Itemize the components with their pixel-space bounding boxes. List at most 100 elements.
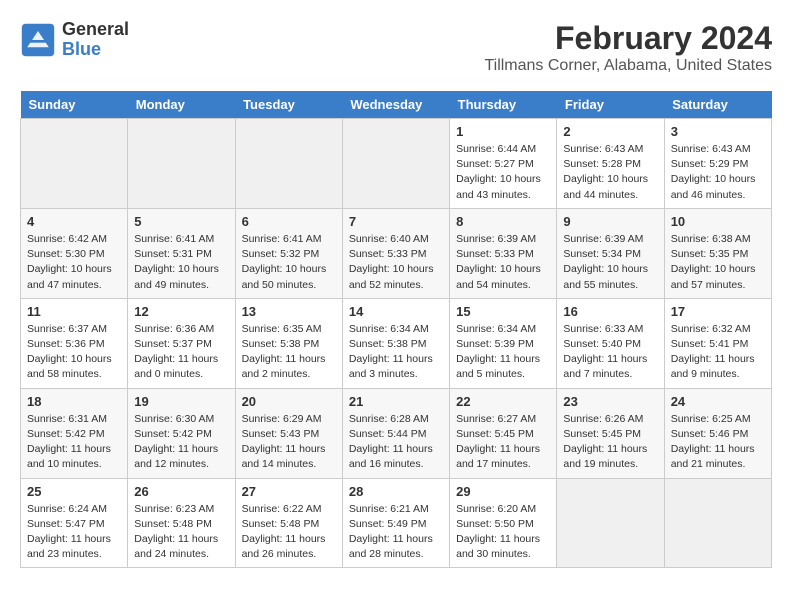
day-info: Sunrise: 6:40 AM Sunset: 5:33 PM Dayligh…: [349, 232, 443, 293]
calendar-cell: [342, 119, 449, 209]
day-number: 5: [134, 214, 228, 229]
day-number: 26: [134, 484, 228, 499]
page-header: General Blue February 2024 Tillmans Corn…: [20, 20, 772, 75]
day-number: 10: [671, 214, 765, 229]
header-cell-sunday: Sunday: [21, 91, 128, 119]
day-number: 14: [349, 304, 443, 319]
calendar-cell: 19Sunrise: 6:30 AM Sunset: 5:42 PM Dayli…: [128, 388, 235, 478]
calendar-cell: 18 Sunrise: 6:31 AM Sunset: 5:42 PM Dayli…: [21, 388, 128, 478]
week-row-3: 11 Sunrise: 6:37 AM Sunset: 5:36 PM Dayli…: [21, 298, 772, 388]
day-number: 24: [671, 394, 765, 409]
calendar-cell: 14Sunrise: 6:34 AM Sunset: 5:38 PM Dayli…: [342, 298, 449, 388]
day-info: Sunrise: 6:41 AM Sunset: 5:32 PM Dayligh…: [242, 232, 336, 293]
day-info: Sunrise: 6:33 AM Sunset: 5:40 PM Dayligh…: [563, 322, 657, 383]
day-number: 23: [563, 394, 657, 409]
calendar-cell: 2 Sunrise: 6:43 AM Sunset: 5:28 PM Daylig…: [557, 119, 664, 209]
day-number: 13: [242, 304, 336, 319]
day-number: 2: [563, 124, 657, 139]
calendar-cell: 9 Sunrise: 6:39 AM Sunset: 5:34 PM Daylig…: [557, 208, 664, 298]
calendar-cell: 12Sunrise: 6:36 AM Sunset: 5:37 PM Dayli…: [128, 298, 235, 388]
day-number: 6: [242, 214, 336, 229]
day-number: 20: [242, 394, 336, 409]
calendar-cell: 21Sunrise: 6:28 AM Sunset: 5:44 PM Dayli…: [342, 388, 449, 478]
calendar-cell: 22 Sunrise: 6:27 AM Sunset: 5:45 PM Dayli…: [450, 388, 557, 478]
day-info: Sunrise: 6:22 AM Sunset: 5:48 PM Dayligh…: [242, 502, 336, 563]
day-info: Sunrise: 6:21 AM Sunset: 5:49 PM Dayligh…: [349, 502, 443, 563]
calendar-title: February 2024: [484, 20, 772, 57]
calendar-cell: 11 Sunrise: 6:37 AM Sunset: 5:36 PM Dayli…: [21, 298, 128, 388]
title-block: February 2024 Tillmans Corner, Alabama, …: [484, 20, 772, 75]
header-cell-saturday: Saturday: [664, 91, 771, 119]
calendar-cell: 1Sunrise: 6:44 AM Sunset: 5:27 PM Daylig…: [450, 119, 557, 209]
calendar-cell: 24Sunrise: 6:25 AM Sunset: 5:46 PM Dayli…: [664, 388, 771, 478]
day-info: Sunrise: 6:37 AM Sunset: 5:36 PM Dayligh…: [27, 322, 121, 383]
calendar-cell: 13 Sunrise: 6:35 AM Sunset: 5:38 PM Dayli…: [235, 298, 342, 388]
day-info: Sunrise: 6:24 AM Sunset: 5:47 PM Dayligh…: [27, 502, 121, 563]
calendar-cell: 4 Sunrise: 6:42 AM Sunset: 5:30 PM Daylig…: [21, 208, 128, 298]
calendar-cell: 20Sunrise: 6:29 AM Sunset: 5:43 PM Dayli…: [235, 388, 342, 478]
calendar-cell: 16 Sunrise: 6:33 AM Sunset: 5:40 PM Dayli…: [557, 298, 664, 388]
calendar-cell: 5 Sunrise: 6:41 AM Sunset: 5:31 PM Daylig…: [128, 208, 235, 298]
header-row: SundayMondayTuesdayWednesdayThursdayFrid…: [21, 91, 772, 119]
day-info: Sunrise: 6:26 AM Sunset: 5:45 PM Dayligh…: [563, 412, 657, 473]
day-info: Sunrise: 6:41 AM Sunset: 5:31 PM Dayligh…: [134, 232, 228, 293]
day-info: Sunrise: 6:20 AM Sunset: 5:50 PM Dayligh…: [456, 502, 550, 563]
calendar-cell: 7 Sunrise: 6:40 AM Sunset: 5:33 PM Daylig…: [342, 208, 449, 298]
day-number: 25: [27, 484, 121, 499]
day-number: 17: [671, 304, 765, 319]
day-info: Sunrise: 6:34 AM Sunset: 5:39 PM Dayligh…: [456, 322, 550, 383]
calendar-cell: 8 Sunrise: 6:39 AM Sunset: 5:33 PM Daylig…: [450, 208, 557, 298]
calendar-cell: 23 Sunrise: 6:26 AM Sunset: 5:45 PM Dayli…: [557, 388, 664, 478]
calendar-cell: [128, 119, 235, 209]
day-info: Sunrise: 6:32 AM Sunset: 5:41 PM Dayligh…: [671, 322, 765, 383]
day-info: Sunrise: 6:44 AM Sunset: 5:27 PM Dayligh…: [456, 142, 550, 203]
day-info: Sunrise: 6:39 AM Sunset: 5:34 PM Dayligh…: [563, 232, 657, 293]
calendar-cell: [664, 478, 771, 568]
day-number: 16: [563, 304, 657, 319]
day-info: Sunrise: 6:43 AM Sunset: 5:28 PM Dayligh…: [563, 142, 657, 203]
logo-icon: [20, 22, 56, 58]
header-cell-monday: Monday: [128, 91, 235, 119]
day-info: Sunrise: 6:38 AM Sunset: 5:35 PM Dayligh…: [671, 232, 765, 293]
calendar-cell: 15 Sunrise: 6:34 AM Sunset: 5:39 PM Dayli…: [450, 298, 557, 388]
calendar-cell: 29 Sunrise: 6:20 AM Sunset: 5:50 PM Dayli…: [450, 478, 557, 568]
calendar-subtitle: Tillmans Corner, Alabama, United States: [484, 57, 772, 75]
header-cell-friday: Friday: [557, 91, 664, 119]
day-info: Sunrise: 6:43 AM Sunset: 5:29 PM Dayligh…: [671, 142, 765, 203]
day-number: 22: [456, 394, 550, 409]
day-number: 11: [27, 304, 121, 319]
day-number: 27: [242, 484, 336, 499]
logo-blue: Blue: [62, 40, 129, 60]
calendar-cell: [557, 478, 664, 568]
week-row-5: 25 Sunrise: 6:24 AM Sunset: 5:47 PM Dayli…: [21, 478, 772, 568]
day-number: 18: [27, 394, 121, 409]
week-row-2: 4 Sunrise: 6:42 AM Sunset: 5:30 PM Daylig…: [21, 208, 772, 298]
day-info: Sunrise: 6:28 AM Sunset: 5:44 PM Dayligh…: [349, 412, 443, 473]
day-number: 4: [27, 214, 121, 229]
calendar-cell: 10 Sunrise: 6:38 AM Sunset: 5:35 PM Dayli…: [664, 208, 771, 298]
header-cell-wednesday: Wednesday: [342, 91, 449, 119]
calendar-table: SundayMondayTuesdayWednesdayThursdayFrid…: [20, 91, 772, 568]
logo-general: General: [62, 20, 129, 40]
calendar-cell: 17 Sunrise: 6:32 AM Sunset: 5:41 PM Dayli…: [664, 298, 771, 388]
day-number: 9: [563, 214, 657, 229]
day-info: Sunrise: 6:39 AM Sunset: 5:33 PM Dayligh…: [456, 232, 550, 293]
day-number: 15: [456, 304, 550, 319]
week-row-4: 18 Sunrise: 6:31 AM Sunset: 5:42 PM Dayli…: [21, 388, 772, 478]
day-info: Sunrise: 6:27 AM Sunset: 5:45 PM Dayligh…: [456, 412, 550, 473]
calendar-cell: 25 Sunrise: 6:24 AM Sunset: 5:47 PM Dayli…: [21, 478, 128, 568]
day-info: Sunrise: 6:31 AM Sunset: 5:42 PM Dayligh…: [27, 412, 121, 473]
day-number: 7: [349, 214, 443, 229]
day-info: Sunrise: 6:42 AM Sunset: 5:30 PM Dayligh…: [27, 232, 121, 293]
day-info: Sunrise: 6:36 AM Sunset: 5:37 PM Dayligh…: [134, 322, 228, 383]
day-number: 28: [349, 484, 443, 499]
day-number: 8: [456, 214, 550, 229]
logo: General Blue: [20, 20, 129, 60]
header-cell-thursday: Thursday: [450, 91, 557, 119]
day-info: Sunrise: 6:30 AM Sunset: 5:42 PM Dayligh…: [134, 412, 228, 473]
calendar-cell: [21, 119, 128, 209]
header-cell-tuesday: Tuesday: [235, 91, 342, 119]
calendar-header: SundayMondayTuesdayWednesdayThursdayFrid…: [21, 91, 772, 119]
day-number: 29: [456, 484, 550, 499]
day-info: Sunrise: 6:35 AM Sunset: 5:38 PM Dayligh…: [242, 322, 336, 383]
